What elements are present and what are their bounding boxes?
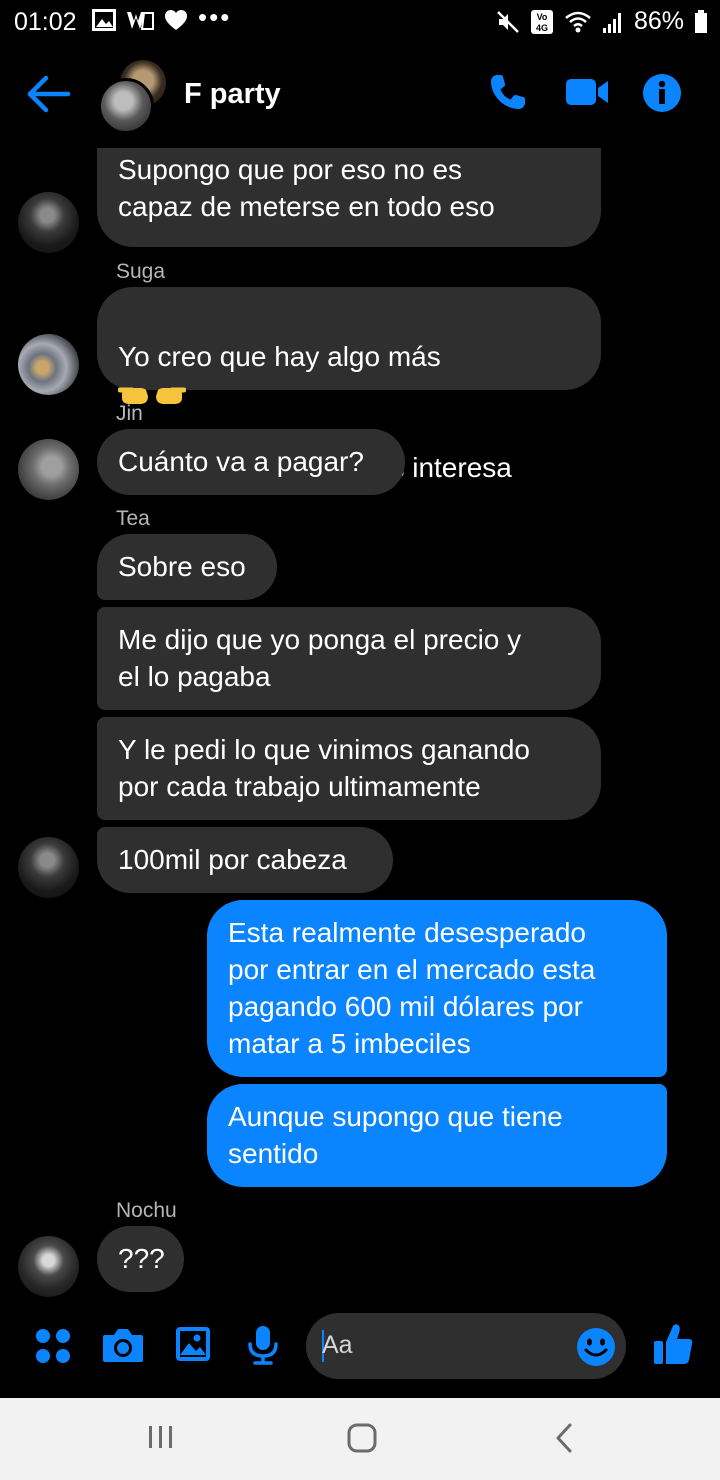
avatar[interactable] [18, 837, 79, 898]
system-navigation-bar [0, 1398, 720, 1480]
sender-name: Suga [116, 260, 166, 283]
avatar[interactable] [18, 334, 79, 395]
avatar[interactable] [18, 1236, 79, 1297]
avatar[interactable] [18, 439, 79, 500]
info-icon[interactable] [642, 73, 682, 113]
message-bubble-incoming[interactable]: Sobre eso [97, 534, 277, 600]
message-bubble-incoming[interactable]: Me dijo que yo ponga el precio y el lo p… [97, 607, 601, 710]
chat-header: F party [0, 44, 720, 148]
volte-badge-top: Vo [537, 12, 548, 22]
group-avatar-member-2 [98, 78, 154, 134]
camera-icon[interactable] [101, 1326, 145, 1364]
sender-name: Nochu [116, 1199, 177, 1222]
video-call-icon[interactable] [564, 72, 610, 112]
wifi-icon [565, 11, 591, 32]
message-input-field[interactable] [306, 1313, 626, 1379]
message-bubble-incoming[interactable]: Yo creo que hay algo más pero bueno eso … [97, 287, 601, 483]
message-bubble-incoming[interactable]: Cuánto va a pagar? [97, 429, 405, 495]
sender-name: Tea [116, 507, 150, 530]
thumbs-up-icon[interactable] [652, 1322, 694, 1366]
message-bubble-incoming[interactable]: Y le pedi lo que vinimos ganando por cad… [97, 717, 601, 820]
battery-icon [695, 9, 707, 33]
status-time: 01:02 [14, 8, 77, 36]
gallery-icon[interactable] [174, 1325, 212, 1363]
avatar[interactable] [18, 192, 79, 253]
message-list[interactable]: esposa y una hija recien nacida. Supongo… [0, 148, 720, 1308]
message-bubble-incoming[interactable]: 100mil por cabeza [97, 827, 393, 893]
message-text: Yo creo que hay algo más [118, 341, 441, 372]
signal-strength-icon [602, 12, 621, 33]
message-input[interactable] [322, 1331, 522, 1360]
message-bubble-outgoing[interactable]: Esta realmente desesperado por entrar en… [207, 900, 667, 1077]
home-icon[interactable] [346, 1422, 378, 1454]
sender-name: Jin [116, 402, 143, 425]
volte-badge-bottom: 4G [536, 23, 548, 33]
mute-icon [497, 10, 519, 33]
back-nav-icon[interactable] [552, 1422, 576, 1454]
volte-4g-icon: Vo 4G [530, 9, 553, 34]
message-bubble-outgoing[interactable]: Aunque supongo que tiene sentido [207, 1084, 667, 1187]
chat-title[interactable]: F party [184, 78, 281, 111]
battery-percentage: 86% [633, 7, 684, 35]
status-bar: 01:02 ••• Vo 4G 86% [0, 0, 720, 44]
message-composer [0, 1308, 720, 1398]
system-status-icons: Vo 4G 86% [496, 7, 708, 36]
group-avatar[interactable] [98, 60, 170, 134]
gallery-notification-icon [92, 9, 116, 31]
heart-notification-icon [165, 10, 187, 30]
recent-apps-icon[interactable] [146, 1424, 176, 1450]
phone-call-icon[interactable] [488, 72, 528, 112]
more-notifications-dots: ••• [198, 2, 232, 32]
notification-icons [92, 9, 188, 31]
back-arrow-icon[interactable] [26, 74, 72, 114]
messenger-screen: 01:02 ••• Vo 4G 86% F party Supongo que … [0, 0, 720, 1480]
message-bubble-incoming[interactable]: esposa y una hija recien nacida. Supongo… [97, 148, 601, 247]
emoji-smiley-icon[interactable] [576, 1327, 616, 1367]
more-actions-icon[interactable] [34, 1327, 72, 1365]
message-bubble-incoming[interactable]: ??? [97, 1226, 184, 1292]
webtoon-notification-icon [127, 12, 154, 30]
microphone-icon[interactable] [246, 1324, 280, 1366]
